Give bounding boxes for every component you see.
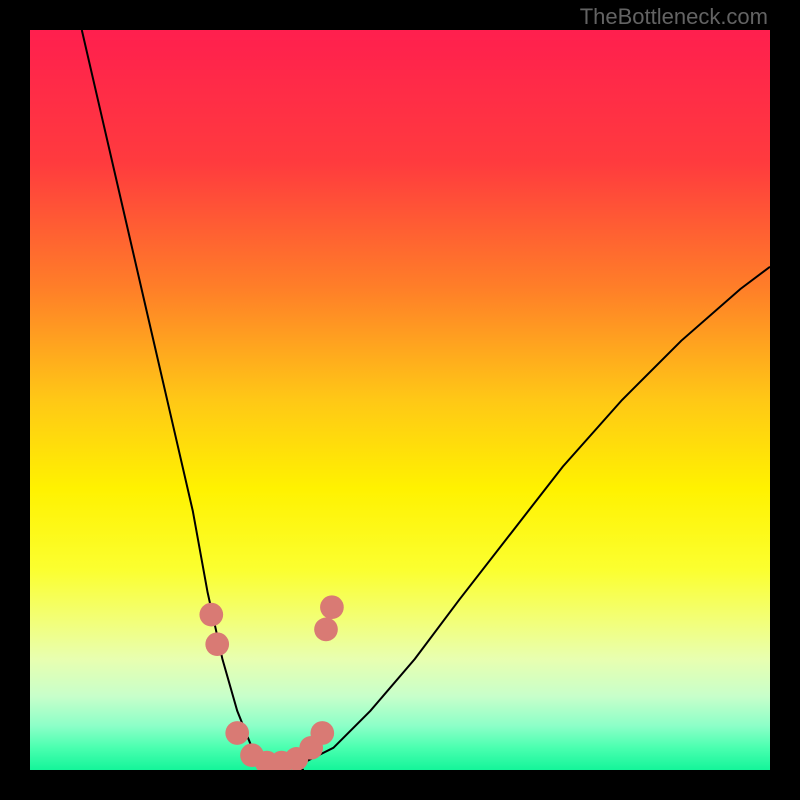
curves-layer [30,30,770,770]
left-curve [82,30,304,770]
plot-area [30,30,770,770]
right-curve [274,267,770,770]
chart-frame: TheBottleneck.com [0,0,800,800]
marker-dot [225,721,249,745]
marker-dot [199,603,223,627]
watermark-text: TheBottleneck.com [580,4,768,30]
marker-dots [199,595,343,770]
marker-dot [320,595,344,619]
marker-dot [314,618,338,642]
marker-dot [205,632,229,656]
marker-dot [310,721,334,745]
